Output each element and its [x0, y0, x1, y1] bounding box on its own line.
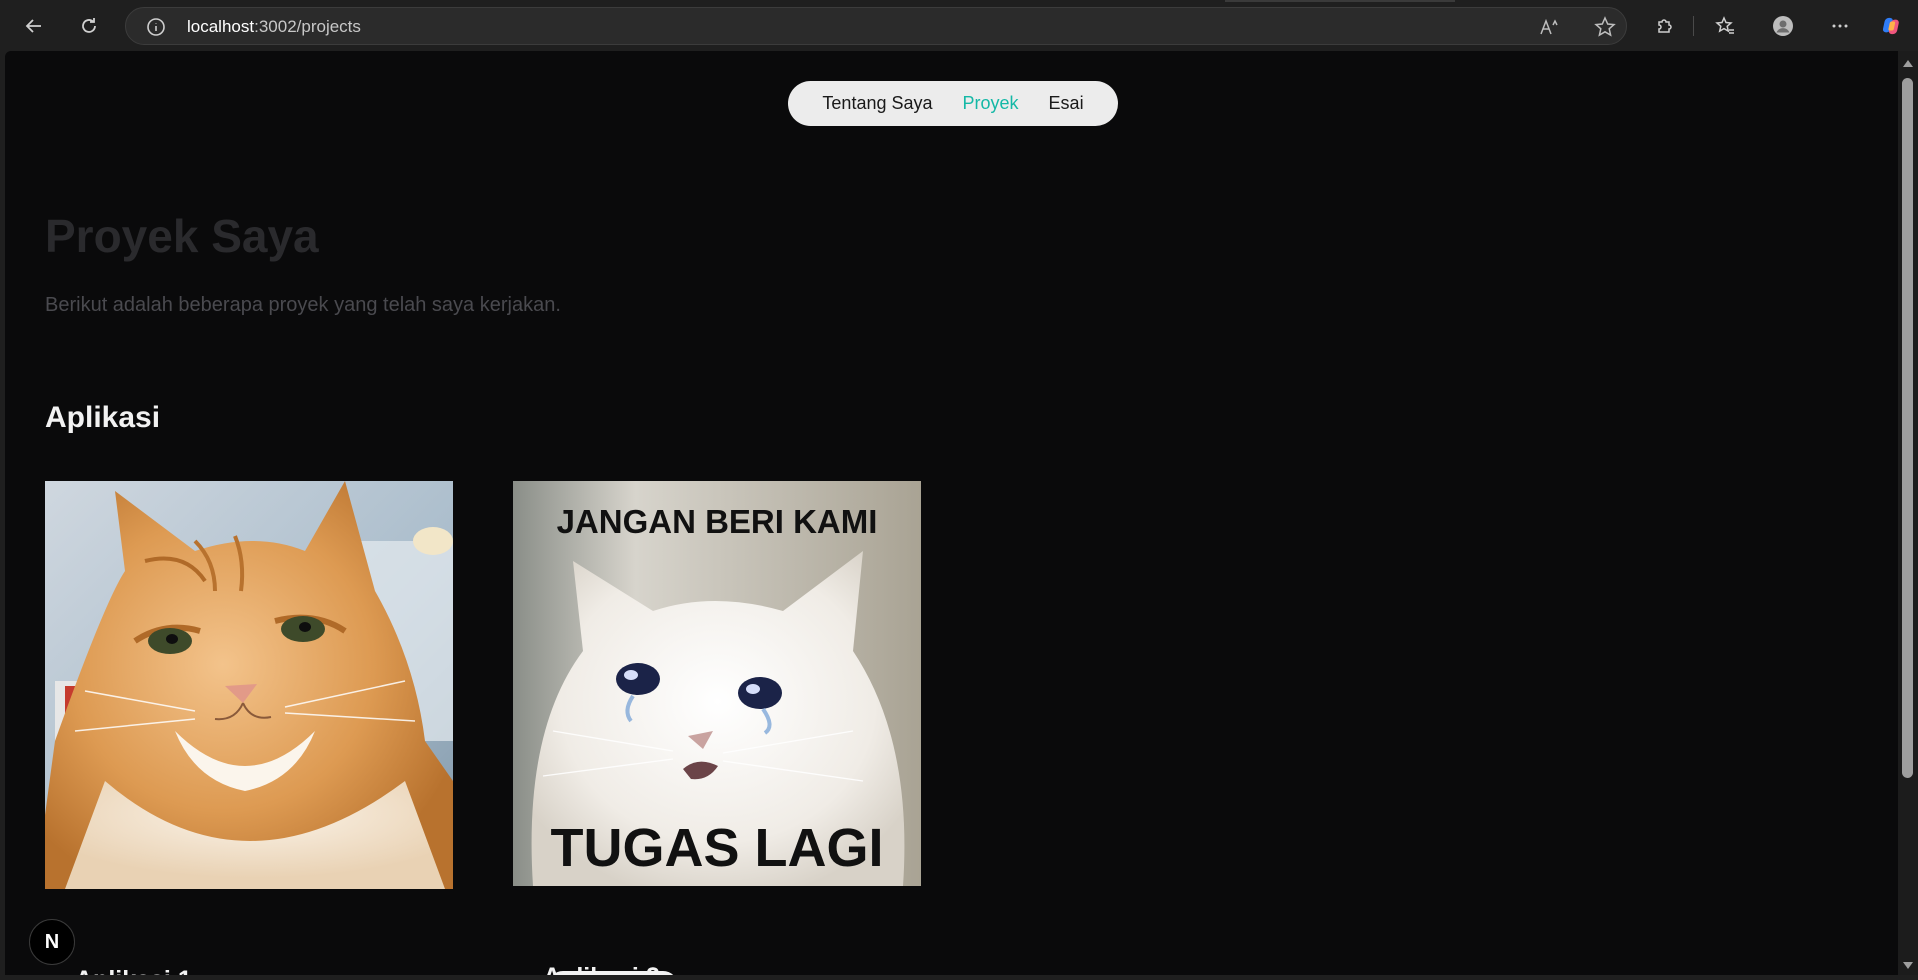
address-bar[interactable]: localhost:3002/projects: [125, 7, 1627, 45]
orange-cat-photo: [45, 481, 453, 889]
puzzle-icon: [1658, 19, 1672, 33]
browser-toolbar: localhost:3002/projects: [0, 0, 1918, 50]
back-arrow-icon: [25, 19, 41, 33]
more-menu-button[interactable]: [1824, 10, 1856, 42]
scrollbar-thumb[interactable]: [1902, 78, 1913, 778]
extensions-button[interactable]: [1649, 10, 1681, 42]
copilot-icon: [1883, 17, 1899, 35]
scroll-up-arrow-icon[interactable]: [1903, 60, 1913, 67]
url-host: localhost: [187, 17, 255, 36]
copilot-button[interactable]: [1877, 10, 1909, 42]
favorite-star-icon[interactable]: [1594, 16, 1616, 38]
read-aloud-icon[interactable]: [1538, 16, 1560, 38]
page-viewport: Tentang Saya Proyek Esai Proyek Saya Ber…: [5, 51, 1898, 975]
tab-strip-indicator: [1225, 0, 1455, 2]
page-description: Berikut adalah beberapa proyek yang tela…: [45, 294, 561, 316]
site-navigation: Tentang Saya Proyek Esai: [788, 81, 1118, 126]
nav-link-essays[interactable]: Esai: [1049, 93, 1084, 114]
crying-white-cat-meme: JANGAN BERI KAMI TUGAS LAGI: [513, 481, 921, 886]
project-1-title[interactable]: Aplikasi 1: [75, 966, 192, 975]
page-scrollbar[interactable]: [1898, 51, 1918, 975]
url-text[interactable]: localhost:3002/projects: [187, 17, 361, 37]
back-button[interactable]: [18, 10, 50, 42]
nav-link-projects[interactable]: Proyek: [963, 93, 1019, 114]
favorites-list-icon: [1715, 16, 1734, 34]
nav-link-about[interactable]: Tentang Saya: [822, 93, 932, 114]
project-2-button[interactable]: [548, 971, 678, 975]
more-dots-icon: [1832, 24, 1848, 28]
next-logo-icon: N: [44, 930, 60, 953]
meme-top-text: JANGAN BERI KAMI: [557, 503, 878, 540]
project-2-image[interactable]: JANGAN BERI KAMI TUGAS LAGI: [513, 481, 921, 886]
profile-avatar-icon: [1773, 16, 1793, 36]
favorites-button[interactable]: [1709, 10, 1741, 42]
toolbar-divider: [1693, 16, 1694, 36]
reload-icon: [82, 18, 96, 33]
profile-button[interactable]: [1767, 10, 1799, 42]
nextjs-dev-indicator[interactable]: N: [29, 919, 75, 965]
url-path: :3002/projects: [254, 17, 361, 36]
section-title: Aplikasi: [45, 401, 161, 434]
project-1-image[interactable]: [45, 481, 453, 889]
reload-button[interactable]: [73, 10, 105, 42]
scroll-down-arrow-icon[interactable]: [1903, 962, 1913, 969]
page-title: Proyek Saya: [45, 210, 319, 262]
meme-bottom-text: TUGAS LAGI: [551, 818, 884, 878]
site-info-icon[interactable]: [146, 17, 166, 37]
